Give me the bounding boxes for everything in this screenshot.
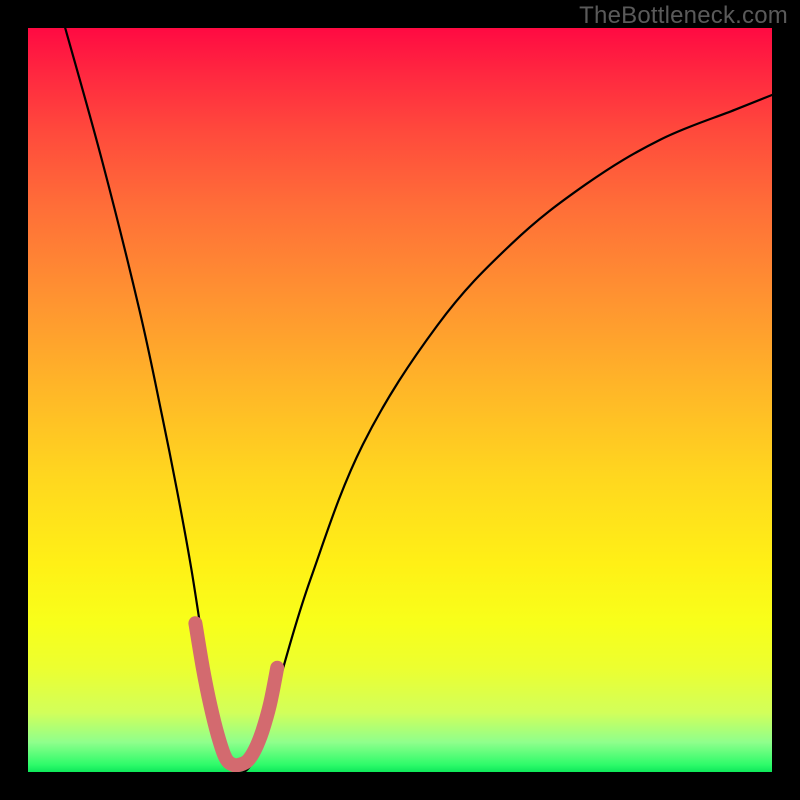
watermark-text: TheBottleneck.com <box>579 2 788 30</box>
plot-area <box>28 28 772 772</box>
bottleneck-curve-path <box>65 28 772 772</box>
valley-marker-path <box>195 623 277 765</box>
chart-svg <box>28 28 772 772</box>
chart-frame: TheBottleneck.com <box>0 0 800 800</box>
